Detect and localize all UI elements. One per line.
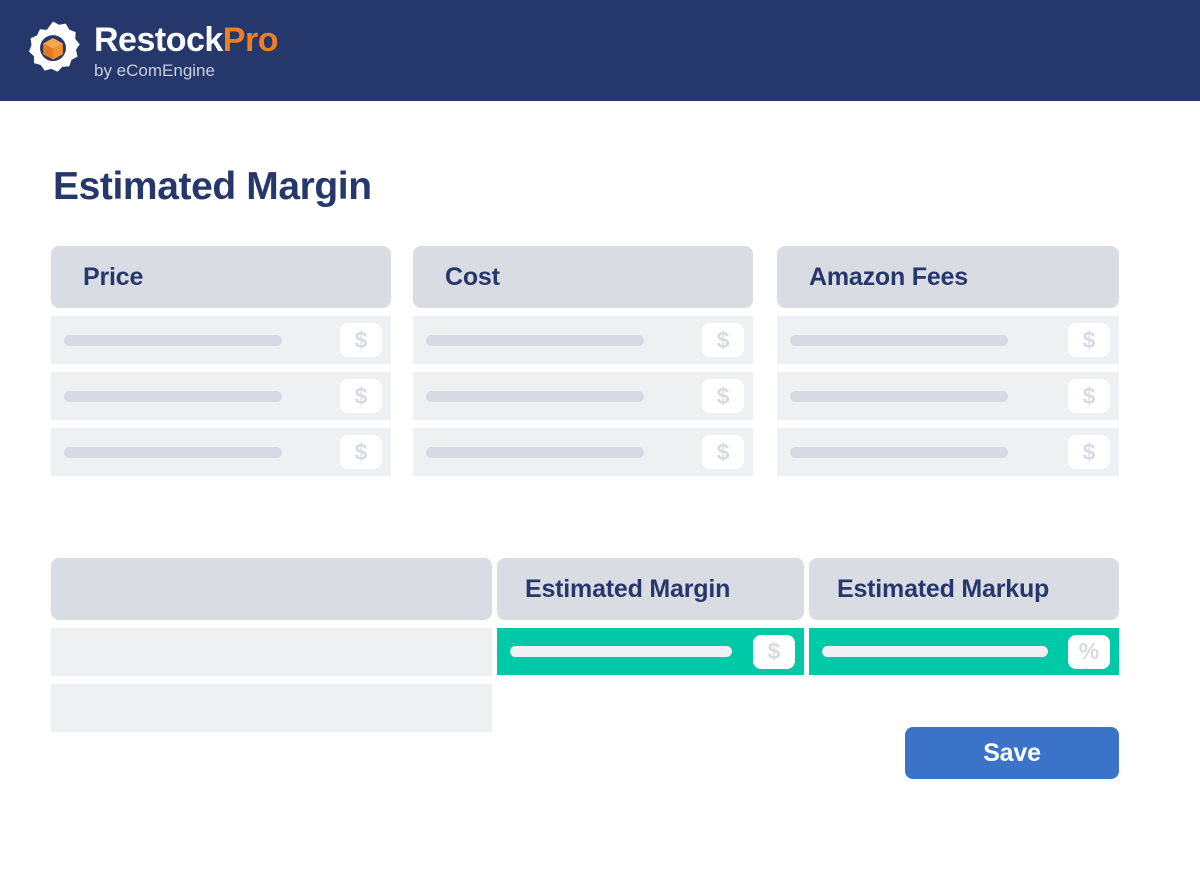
- column-rows-cost: $ $ $: [413, 316, 753, 476]
- column-header-price: Price: [51, 246, 391, 308]
- value-placeholder: [426, 334, 644, 346]
- value-placeholder: [790, 390, 1008, 402]
- column-rows-estimated-markup: %: [809, 628, 1119, 675]
- column-header-estimated-margin: Estimated Margin: [497, 558, 804, 620]
- value-placeholder: [426, 390, 644, 402]
- value-placeholder: [790, 446, 1008, 458]
- brand-name-accent: Pro: [222, 20, 279, 59]
- table-row[interactable]: $: [51, 372, 391, 420]
- currency-icon[interactable]: $: [702, 435, 744, 469]
- currency-icon[interactable]: $: [1068, 379, 1110, 413]
- currency-icon[interactable]: $: [340, 379, 382, 413]
- brand-logo[interactable]: RestockPro by eComEngine: [22, 20, 278, 82]
- column-price: Price $ $ $: [51, 246, 391, 476]
- column-rows-price: $ $ $: [51, 316, 391, 476]
- brand-name: RestockPro: [94, 23, 278, 57]
- column-header-label: Cost: [445, 262, 500, 291]
- column-header-estimated-markup: Estimated Markup: [809, 558, 1119, 620]
- column-rows-estimated-margin: $: [497, 628, 804, 675]
- table-row[interactable]: $: [413, 372, 753, 420]
- value-placeholder: [426, 446, 644, 458]
- column-rows-blank: [51, 628, 492, 732]
- value-placeholder: [64, 334, 282, 346]
- column-header-blank: [51, 558, 492, 620]
- column-cost: Cost $ $ $: [413, 246, 753, 476]
- table-row[interactable]: $: [777, 428, 1119, 476]
- percent-icon[interactable]: %: [1068, 634, 1110, 669]
- page-title: Estimated Margin: [53, 165, 372, 209]
- column-header-label: Estimated Markup: [837, 574, 1050, 603]
- brand-name-primary: Restock: [94, 20, 223, 59]
- save-button[interactable]: Save: [905, 727, 1119, 779]
- app-header-bar: RestockPro by eComEngine: [0, 0, 1200, 101]
- currency-icon[interactable]: $: [753, 634, 795, 669]
- table-row[interactable]: $: [777, 372, 1119, 420]
- column-estimated-markup: Estimated Markup %: [809, 558, 1119, 675]
- table-row[interactable]: $: [51, 428, 391, 476]
- column-header-label: Amazon Fees: [809, 262, 968, 291]
- currency-icon[interactable]: $: [702, 323, 744, 357]
- currency-icon[interactable]: $: [340, 435, 382, 469]
- brand-tagline: by eComEngine: [94, 60, 215, 80]
- table-row[interactable]: $: [777, 316, 1119, 364]
- column-header-cost: Cost: [413, 246, 753, 308]
- table-row[interactable]: $: [413, 428, 753, 476]
- gear-cube-logo-icon: [22, 20, 84, 82]
- column-header-label: Price: [83, 262, 144, 291]
- column-header-amazon-fees: Amazon Fees: [777, 246, 1119, 308]
- value-placeholder: [790, 334, 1008, 346]
- table-row-highlighted[interactable]: %: [809, 628, 1119, 675]
- column-estimated-margin: Estimated Margin $: [497, 558, 804, 675]
- table-row[interactable]: $: [51, 316, 391, 364]
- table-row: [51, 684, 492, 732]
- currency-icon[interactable]: $: [702, 379, 744, 413]
- currency-icon[interactable]: $: [1068, 323, 1110, 357]
- value-placeholder: [822, 646, 1048, 657]
- value-placeholder: [510, 646, 732, 657]
- value-placeholder: [64, 390, 282, 402]
- brand-wordmark: RestockPro by eComEngine: [94, 23, 278, 79]
- table-row-highlighted[interactable]: $: [497, 628, 804, 675]
- column-blank: [51, 558, 492, 732]
- column-header-label: Estimated Margin: [525, 574, 731, 603]
- value-placeholder: [64, 446, 282, 458]
- table-row[interactable]: $: [413, 316, 753, 364]
- currency-icon[interactable]: $: [1068, 435, 1110, 469]
- column-rows-amazon-fees: $ $ $: [777, 316, 1119, 476]
- currency-icon[interactable]: $: [340, 323, 382, 357]
- table-row: [51, 628, 492, 676]
- column-amazon-fees: Amazon Fees $ $ $: [777, 246, 1119, 476]
